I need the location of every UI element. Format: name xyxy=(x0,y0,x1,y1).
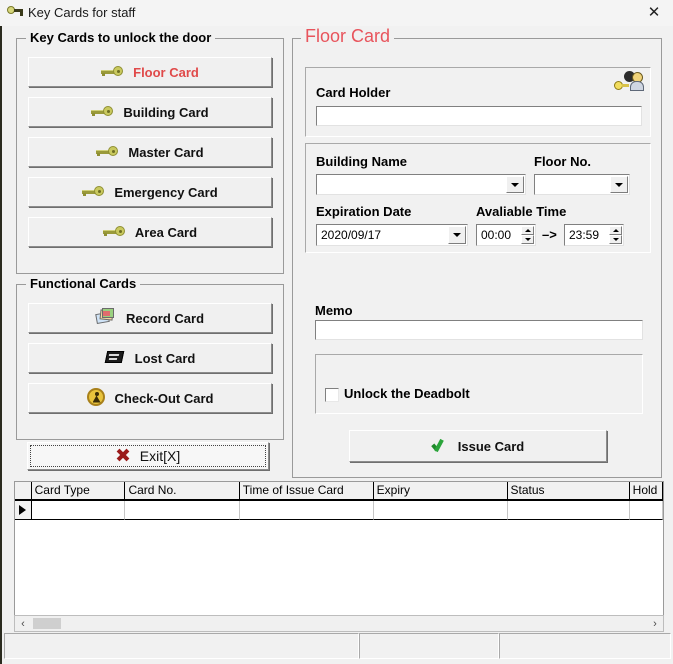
scrollbar-thumb[interactable] xyxy=(33,618,61,629)
floor-card-button[interactable]: Floor Card xyxy=(28,57,272,87)
exit-button[interactable]: Exit[X] xyxy=(27,442,269,470)
checkout-coin-icon xyxy=(86,387,105,409)
emergency-card-button-label: Emergency Card xyxy=(114,184,218,200)
exit-button-label: Exit[X] xyxy=(139,448,181,464)
cell-card-no[interactable] xyxy=(125,501,240,520)
area-card-button-label: Area Card xyxy=(134,224,198,240)
key-icon xyxy=(102,225,125,240)
stepper-down-icon[interactable] xyxy=(609,235,622,244)
card-holder-input[interactable] xyxy=(316,106,642,126)
card-holder-panel: Card Holder xyxy=(305,67,651,137)
cell-time-of-issue[interactable] xyxy=(239,501,374,520)
available-time-from-stepper[interactable]: 00:00 xyxy=(476,224,536,246)
horizontal-scrollbar[interactable]: ‹ › xyxy=(14,615,664,632)
floor-card-group-title: Floor Card xyxy=(301,26,395,47)
application-window: Key Cards for staff ✕ Key Cards to unloc… xyxy=(0,0,673,664)
column-header-card-no[interactable]: Card No. xyxy=(125,482,240,499)
status-pane-3 xyxy=(499,633,671,659)
cell-expiry[interactable] xyxy=(373,501,508,520)
table-row[interactable] xyxy=(15,501,663,520)
scroll-right-icon[interactable]: › xyxy=(647,616,663,631)
master-card-button[interactable]: Master Card xyxy=(28,137,272,167)
stepper-arrows[interactable] xyxy=(521,226,534,244)
available-time-to-value: 23:59 xyxy=(569,228,600,242)
record-card-button-label: Record Card xyxy=(125,310,205,326)
people-with-key-icon xyxy=(614,70,644,99)
lost-card-icon xyxy=(104,349,125,368)
key-icon xyxy=(101,65,124,80)
key-icon xyxy=(91,105,114,120)
time-range-arrow: –> xyxy=(542,227,557,242)
window-title: Key Cards for staff xyxy=(28,5,136,20)
check-out-card-button-label: Check-Out Card xyxy=(114,390,214,406)
column-header-holder[interactable]: Hold xyxy=(629,482,663,499)
stepper-up-icon[interactable] xyxy=(609,226,622,235)
chevron-down-icon[interactable] xyxy=(506,176,524,193)
memo-label: Memo xyxy=(315,303,353,318)
column-header-expiry[interactable]: Expiry xyxy=(373,482,508,499)
close-icon[interactable]: ✕ xyxy=(643,3,665,23)
key-cards-group: Key Cards to unlock the door Floor Card … xyxy=(16,30,284,274)
building-card-button-label: Building Card xyxy=(123,104,209,120)
functional-cards-group: Functional Cards Record Card Lost Card C… xyxy=(16,276,284,440)
floor-card-group: Floor Card Card Holder Building Name Flo… xyxy=(292,26,662,478)
area-card-button[interactable]: Area Card xyxy=(28,217,272,247)
lost-card-button-label: Lost Card xyxy=(134,350,196,366)
cell-holder[interactable] xyxy=(629,501,663,520)
chevron-down-icon[interactable] xyxy=(610,176,628,193)
issue-card-button[interactable]: Issue Card xyxy=(349,430,607,462)
master-card-button-label: Master Card xyxy=(128,144,204,160)
emergency-card-button[interactable]: Emergency Card xyxy=(28,177,272,207)
column-header-status[interactable]: Status xyxy=(507,482,630,499)
column-header-time-of-issue[interactable]: Time of Issue Card xyxy=(239,482,374,499)
record-card-button[interactable]: Record Card xyxy=(28,303,272,333)
unlock-deadbolt-label: Unlock the Deadbolt xyxy=(344,386,470,401)
functional-cards-group-title: Functional Cards xyxy=(26,276,141,291)
available-time-label: Avaliable Time xyxy=(476,204,567,219)
cell-card-type[interactable] xyxy=(31,501,126,520)
building-name-label: Building Name xyxy=(316,154,408,169)
client-area: Key Cards to unlock the door Floor Card … xyxy=(0,26,673,664)
lost-card-button[interactable]: Lost Card xyxy=(28,343,272,373)
floor-no-select[interactable] xyxy=(534,174,630,195)
cell-status[interactable] xyxy=(507,501,630,520)
status-pane-1 xyxy=(4,633,359,659)
unlock-deadbolt-checkbox[interactable] xyxy=(325,388,339,402)
expiration-date-label: Expiration Date xyxy=(316,204,412,219)
key-icon xyxy=(82,185,105,200)
issue-card-button-label: Issue Card xyxy=(457,438,525,454)
scroll-left-icon[interactable]: ‹ xyxy=(15,616,31,631)
status-bar xyxy=(4,632,671,660)
available-time-from-value: 00:00 xyxy=(481,228,512,242)
status-pane-2 xyxy=(359,633,499,659)
expiration-date-value: 2020/09/17 xyxy=(321,228,382,242)
table-header-row: Card Type Card No. Time of Issue Card Ex… xyxy=(15,482,663,501)
record-cards-icon xyxy=(95,308,116,328)
stepper-down-icon[interactable] xyxy=(521,235,534,244)
window-key-icon xyxy=(7,4,25,22)
available-time-to-stepper[interactable]: 23:59 xyxy=(564,224,624,246)
green-check-icon xyxy=(432,438,448,455)
expiration-date-picker[interactable]: 2020/09/17 xyxy=(316,224,468,246)
memo-input[interactable] xyxy=(315,320,643,340)
deadbolt-panel: Unlock the Deadbolt xyxy=(315,354,643,414)
column-header-card-type[interactable]: Card Type xyxy=(31,482,126,499)
table-corner-cell xyxy=(15,482,32,499)
floor-no-label: Floor No. xyxy=(534,154,592,169)
floor-card-button-label: Floor Card xyxy=(133,64,199,80)
key-icon xyxy=(96,145,119,160)
chevron-down-icon[interactable] xyxy=(448,226,466,244)
stepper-arrows[interactable] xyxy=(609,226,622,244)
row-indicator xyxy=(15,501,32,520)
red-x-icon xyxy=(116,448,130,465)
key-cards-group-title: Key Cards to unlock the door xyxy=(26,30,216,45)
card-details-panel: Building Name Floor No. Expiration Date … xyxy=(305,143,651,253)
title-bar: Key Cards for staff ✕ xyxy=(0,0,673,26)
building-name-select[interactable] xyxy=(316,174,526,195)
card-holder-label: Card Holder xyxy=(316,85,391,100)
check-out-card-button[interactable]: Check-Out Card xyxy=(28,383,272,413)
stepper-up-icon[interactable] xyxy=(521,226,534,235)
building-card-button[interactable]: Building Card xyxy=(28,97,272,127)
